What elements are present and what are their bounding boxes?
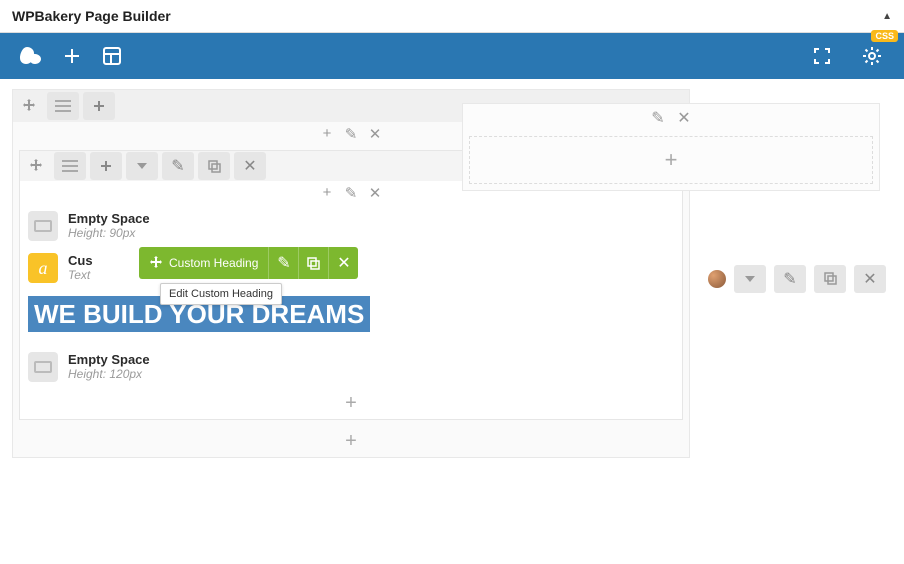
inner-toggle-icon[interactable] <box>126 152 158 180</box>
panel-titlebar: WPBakery Page Builder ▲ <box>0 0 904 33</box>
mini-edit-icon[interactable]: ✎ <box>342 125 360 143</box>
empty-space-icon <box>28 352 58 382</box>
element-subtitle: Height: 90px <box>68 226 150 240</box>
panel-title: WPBakery Page Builder <box>12 8 171 24</box>
row-right-column: ✎ ✕ + <box>462 103 880 191</box>
element-hover-toolbar: Custom Heading ✎ ✕ <box>139 247 358 279</box>
mini-edit-icon[interactable]: ✎ <box>342 184 360 202</box>
logo-icon[interactable] <box>12 36 52 76</box>
row-append-button[interactable]: + <box>13 426 689 457</box>
row-clone-icon[interactable] <box>814 265 846 293</box>
mini-edit-icon[interactable]: ✎ <box>649 108 667 128</box>
edit-tooltip: Edit Custom Heading <box>160 283 282 305</box>
inner-add-icon[interactable] <box>90 152 122 180</box>
row-layout-icon[interactable] <box>47 92 79 120</box>
empty-drop-area[interactable]: + <box>469 136 873 184</box>
row-delete-icon[interactable]: ✕ <box>854 265 886 293</box>
css-badge: CSS <box>871 30 898 42</box>
toolbar-edit-button[interactable]: ✎ <box>268 247 298 279</box>
right-col-mini-toolbar: ✎ ✕ <box>463 104 879 130</box>
move-inner-row-icon[interactable] <box>20 152 52 180</box>
templates-button[interactable] <box>92 36 132 76</box>
inner-delete-icon[interactable]: ✕ <box>234 152 266 180</box>
row-edit-icon[interactable]: ✎ <box>774 265 806 293</box>
settings-button[interactable]: CSS <box>852 36 892 76</box>
row-add-icon[interactable] <box>83 92 115 120</box>
heading-preview: WE BUILD YOUR DREAMS <box>28 295 674 334</box>
toolbar-clone-button[interactable] <box>298 247 328 279</box>
main-toolbar: CSS <box>0 33 904 79</box>
mini-delete-icon[interactable]: ✕ <box>366 184 384 202</box>
fullscreen-button[interactable] <box>802 36 842 76</box>
element-subtitle: Height: 120px <box>68 367 150 381</box>
inner-append-button[interactable]: + <box>20 388 682 419</box>
toolbar-label: Custom Heading <box>169 256 258 270</box>
mini-add-icon[interactable]: + <box>318 184 336 202</box>
collapse-icon[interactable]: ▲ <box>882 11 892 22</box>
custom-heading-icon: a <box>28 253 58 283</box>
canvas: + ✎ ✕ ✎ ✕ + <box>0 79 904 478</box>
mini-delete-icon[interactable]: ✕ <box>366 125 384 143</box>
element-title: Empty Space <box>68 352 150 367</box>
toolbar-delete-button[interactable]: ✕ <box>328 247 358 279</box>
element-empty-space-2[interactable]: Empty Space Height: 120px <box>20 346 682 388</box>
element-subtitle: Text <box>68 268 93 282</box>
row-toggle-icon[interactable] <box>734 265 766 293</box>
toolbar-drag-handle[interactable]: Custom Heading <box>139 247 268 279</box>
author-avatar[interactable] <box>708 270 726 288</box>
empty-space-icon <box>28 211 58 241</box>
mini-add-icon[interactable]: + <box>318 125 336 143</box>
inner-layout-icon[interactable] <box>54 152 86 180</box>
move-row-icon[interactable] <box>13 92 45 120</box>
element-empty-space-1[interactable]: Empty Space Height: 90px <box>20 205 682 247</box>
element-title: Empty Space <box>68 211 150 226</box>
element-custom-heading[interactable]: a Cus Text Custom Heading ✎ <box>20 247 682 289</box>
add-element-button[interactable] <box>52 36 92 76</box>
inner-edit-icon[interactable]: ✎ <box>162 152 194 180</box>
mini-delete-icon[interactable]: ✕ <box>675 108 693 128</box>
inner-clone-icon[interactable] <box>198 152 230 180</box>
element-title: Cus <box>68 253 93 268</box>
